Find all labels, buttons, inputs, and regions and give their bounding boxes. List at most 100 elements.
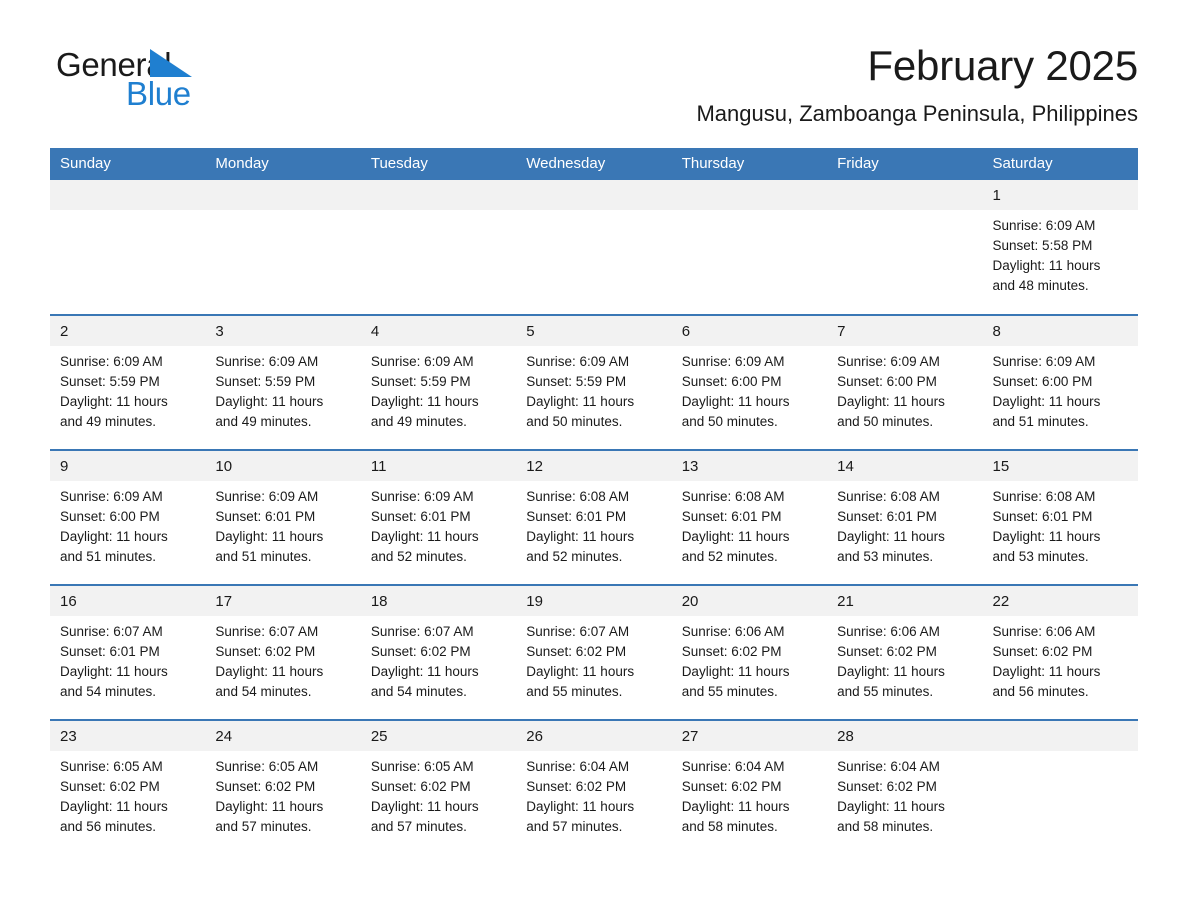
daylight-text-line2: and 57 minutes. [215,818,312,834]
day-number: 15 [982,450,1138,481]
calendar-day-cell[interactable]: 2 Sunrise: 6:09 AM Sunset: 5:59 PM Daylight… [50,314,206,450]
calendar-day-cell[interactable]: 28 Sunrise: 6:04 AM Sunset: 6:02 PM Dayligh… [827,719,983,855]
calendar-day-cell[interactable]: 24 Sunrise: 6:05 AM Sunset: 6:02 PM Dayligh… [205,719,361,855]
day-details: Sunrise: 6:06 AM Sunset: 6:02 PM Daylight:… [672,616,827,702]
calendar-day-cell[interactable]: 14 Sunrise: 6:08 AM Sunset: 6:01 PM Dayligh… [827,449,983,585]
sunset-text: Sunset: 6:02 PM [681,643,782,659]
calendar-day-cell[interactable]: 26 Sunrise: 6:04 AM Sunset: 6:02 PM Dayligh… [516,719,672,855]
calendar-day-cell[interactable]: 6 Sunrise: 6:09 AM Sunset: 6:00 PM Daylight… [671,314,828,450]
day-number: 7 [827,315,983,346]
daylight-text-line2: and 53 minutes. [992,548,1089,564]
calendar-page: General Blue February 2025 Mangusu, Zamb… [0,0,1188,918]
sunset-text: Sunset: 6:02 PM [370,643,471,659]
calendar-day-cell[interactable]: 1 Sunrise: 6:09 AM Sunset: 5:58 PM Daylight… [982,179,1138,315]
daylight-text-line1: Daylight: 11 hours [370,798,479,814]
calendar-header-row: Sunday Monday Tuesday Wednesday Thursday… [50,147,1138,180]
calendar-day-cell[interactable]: 18 Sunrise: 6:07 AM Sunset: 6:02 PM Dayligh… [360,584,517,720]
daylight-text-line2: and 49 minutes. [60,413,157,429]
calendar-day-cell[interactable]: 9 Sunrise: 6:09 AM Sunset: 6:00 PM Daylight… [50,449,206,585]
sunrise-text: Sunrise: 6:07 AM [215,623,319,639]
calendar-day-cell[interactable]: 22 Sunrise: 6:06 AM Sunset: 6:02 PM Dayligh… [982,584,1138,720]
day-details: Sunrise: 6:09 AM Sunset: 5:59 PM Daylight:… [361,346,516,432]
day-number: 10 [205,450,361,481]
sunset-text: Sunset: 6:01 PM [837,508,937,524]
day-number: 18 [360,585,517,616]
sunrise-text: Sunrise: 6:09 AM [215,353,319,369]
weekday-header-wednesday: Wednesday [516,147,672,180]
weekday-header-monday: Monday [205,147,361,180]
day-number: 26 [516,720,672,751]
day-details: Sunrise: 6:09 AM Sunset: 6:00 PM Daylight:… [983,346,1138,432]
day-number [982,720,1138,751]
daylight-text-line1: Daylight: 11 hours [837,798,945,814]
daylight-text-line2: and 52 minutes. [681,548,778,564]
day-number: 22 [982,585,1138,616]
calendar-day-cell[interactable]: 4 Sunrise: 6:09 AM Sunset: 5:59 PM Daylight… [360,314,517,450]
day-details: Sunrise: 6:04 AM Sunset: 6:02 PM Daylight:… [672,751,827,837]
weekday-header-thursday: Thursday [671,147,828,180]
day-details: Sunrise: 6:06 AM Sunset: 6:02 PM Daylight:… [827,616,982,702]
calendar-day-cell[interactable]: 19 Sunrise: 6:07 AM Sunset: 6:02 PM Dayligh… [516,584,672,720]
sunset-text: Sunset: 6:00 PM [681,373,782,389]
calendar-day-cell-empty [671,179,828,315]
day-number: 19 [516,585,672,616]
day-details: Sunrise: 6:08 AM Sunset: 6:01 PM Daylight:… [827,481,982,567]
day-number [516,179,672,210]
sunrise-text: Sunrise: 6:09 AM [992,217,1096,233]
calendar-day-cell[interactable]: 16 Sunrise: 6:07 AM Sunset: 6:01 PM Dayligh… [50,584,206,720]
calendar-day-cell-empty [360,179,517,315]
calendar-day-cell[interactable]: 15 Sunrise: 6:08 AM Sunset: 6:01 PM Dayligh… [982,449,1138,585]
general-blue-logo[interactable]: General Blue [50,44,250,116]
calendar-day-cell[interactable]: 12 Sunrise: 6:08 AM Sunset: 6:01 PM Dayligh… [516,449,672,585]
sunset-text: Sunset: 6:01 PM [681,508,782,524]
calendar-body: 1 Sunrise: 6:09 AM Sunset: 5:58 PM Daylight… [50,179,1138,855]
day-details: Sunrise: 6:07 AM Sunset: 6:01 PM Daylight:… [50,616,205,702]
day-details: Sunrise: 6:09 AM Sunset: 5:59 PM Daylight:… [516,346,671,432]
daylight-text-line2: and 54 minutes. [215,683,312,699]
sunrise-text: Sunrise: 6:09 AM [526,353,630,369]
calendar-day-cell[interactable]: 11 Sunrise: 6:09 AM Sunset: 6:01 PM Dayligh… [360,449,517,585]
sunrise-text: Sunrise: 6:05 AM [215,758,319,774]
calendar-day-cell[interactable]: 25 Sunrise: 6:05 AM Sunset: 6:02 PM Dayligh… [360,719,517,855]
calendar-day-cell[interactable]: 3 Sunrise: 6:09 AM Sunset: 5:59 PM Daylight… [205,314,361,450]
daylight-text-line2: and 49 minutes. [370,413,467,429]
calendar-day-cell[interactable]: 10 Sunrise: 6:09 AM Sunset: 6:01 PM Dayligh… [205,449,361,585]
calendar-day-cell[interactable]: 20 Sunrise: 6:06 AM Sunset: 6:02 PM Dayligh… [671,584,828,720]
sunrise-text: Sunrise: 6:07 AM [526,623,630,639]
calendar-day-cell[interactable]: 13 Sunrise: 6:08 AM Sunset: 6:01 PM Dayligh… [671,449,828,585]
calendar-day-cell[interactable]: 27 Sunrise: 6:04 AM Sunset: 6:02 PM Dayligh… [671,719,828,855]
sunrise-text: Sunrise: 6:05 AM [370,758,474,774]
sunset-text: Sunset: 5:58 PM [992,237,1093,253]
day-details: Sunrise: 6:08 AM Sunset: 6:01 PM Daylight:… [672,481,827,567]
calendar-day-cell[interactable]: 23 Sunrise: 6:05 AM Sunset: 6:02 PM Dayligh… [50,719,206,855]
day-number: 3 [205,315,361,346]
weekday-header-tuesday: Tuesday [360,147,517,180]
calendar-day-cell[interactable]: 8 Sunrise: 6:09 AM Sunset: 6:00 PM Daylight… [982,314,1138,450]
sunrise-text: Sunrise: 6:09 AM [681,353,785,369]
calendar-week-row: 23 Sunrise: 6:05 AM Sunset: 6:02 PM Dayligh… [50,719,1138,855]
sunset-text: Sunset: 6:01 PM [992,508,1093,524]
daylight-text-line2: and 52 minutes. [370,548,467,564]
calendar-day-cell[interactable]: 7 Sunrise: 6:09 AM Sunset: 6:00 PM Daylight… [827,314,983,450]
page-header: General Blue February 2025 Mangusu, Zamb… [50,0,1138,129]
sunrise-text: Sunrise: 6:07 AM [370,623,474,639]
daylight-text-line1: Daylight: 11 hours [681,528,790,544]
calendar-day-cell[interactable]: 5 Sunrise: 6:09 AM Sunset: 5:59 PM Daylight… [516,314,672,450]
sunset-text: Sunset: 6:02 PM [526,643,627,659]
calendar-day-cell[interactable]: 17 Sunrise: 6:07 AM Sunset: 6:02 PM Dayligh… [205,584,361,720]
daylight-text-line2: and 53 minutes. [837,548,934,564]
day-number: 9 [50,450,206,481]
sunset-text: Sunset: 6:01 PM [60,643,160,659]
sunrise-text: Sunrise: 6:08 AM [992,488,1096,504]
sunset-text: Sunset: 6:02 PM [992,643,1093,659]
day-number: 20 [671,585,828,616]
page-subtitle: Mangusu, Zamboanga Peninsula, Philippine… [696,101,1138,127]
daylight-text-line2: and 55 minutes. [681,683,778,699]
sunrise-text: Sunrise: 6:06 AM [681,623,785,639]
day-details: Sunrise: 6:07 AM Sunset: 6:02 PM Daylight:… [361,616,516,702]
daylight-text-line1: Daylight: 11 hours [992,663,1101,679]
day-number: 13 [671,450,828,481]
sunrise-text: Sunrise: 6:04 AM [837,758,940,774]
day-number [671,179,828,210]
calendar-day-cell[interactable]: 21 Sunrise: 6:06 AM Sunset: 6:02 PM Dayligh… [827,584,983,720]
